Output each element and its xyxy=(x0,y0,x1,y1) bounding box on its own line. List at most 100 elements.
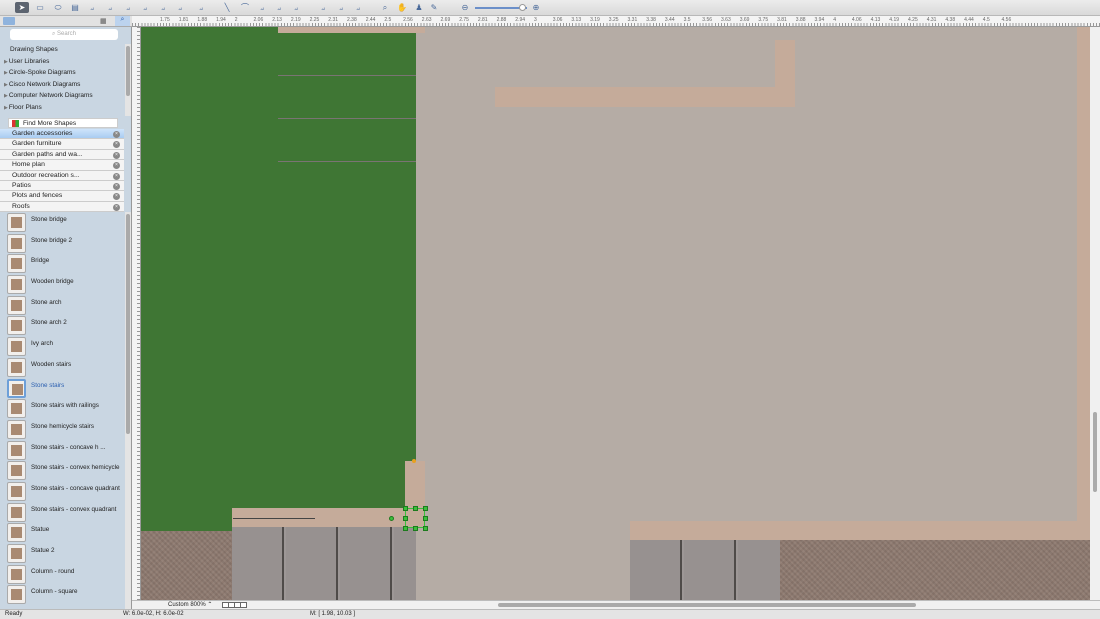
library-tree-toggle-icon[interactable] xyxy=(3,17,15,25)
shape-item[interactable]: Ivy arch xyxy=(0,336,124,357)
zoom-slider[interactable] xyxy=(475,4,527,11)
tree-item[interactable]: ▶Floor Plans xyxy=(0,102,125,114)
shape-item[interactable]: Wooden bridge xyxy=(0,274,124,295)
shape-item[interactable]: Statue 2 xyxy=(0,543,124,564)
shape-item[interactable]: Stone stairs - concave h ... xyxy=(0,440,124,461)
shape-item[interactable]: Stone arch xyxy=(0,295,124,316)
curved-connector-icon[interactable]: ⟓ xyxy=(103,2,117,13)
close-library-icon[interactable]: × xyxy=(113,193,120,201)
ruler-label: 3.31 xyxy=(627,17,638,23)
drawing-canvas[interactable] xyxy=(141,27,1090,600)
shape-item[interactable]: Stone bridge xyxy=(0,212,124,233)
tree-item[interactable]: Drawing Shapes xyxy=(0,44,125,56)
vertical-scrollbar[interactable] xyxy=(1090,27,1100,600)
zoom-in-icon[interactable]: ⊕ xyxy=(529,2,543,13)
shape-item[interactable]: Stone stairs with railings xyxy=(0,398,124,419)
polyline-icon[interactable]: ⟓ xyxy=(255,2,269,13)
horizontal-scrollbar-thumb[interactable] xyxy=(498,603,916,607)
ruler-label: 3.44 xyxy=(664,17,675,23)
page-view-buttons[interactable] xyxy=(222,602,247,608)
expand-arrow-icon[interactable]: ▶ xyxy=(4,105,8,111)
library-item[interactable]: Garden accessories × xyxy=(0,129,124,140)
close-library-icon[interactable]: × xyxy=(113,162,120,170)
ruler-label: 2 xyxy=(234,17,238,23)
shape-item[interactable]: Statue xyxy=(0,522,124,543)
arrange-icon[interactable]: ⟓ xyxy=(351,2,365,13)
shape-item[interactable]: Bridge xyxy=(0,253,124,274)
garden-path-upper-h[interactable] xyxy=(495,87,795,107)
connector-line[interactable] xyxy=(233,518,315,519)
brick-ground-right[interactable] xyxy=(780,540,1090,600)
library-item[interactable]: Garden furniture × xyxy=(0,139,124,150)
library-item[interactable]: Patios × xyxy=(0,180,124,192)
paving-tiles-top[interactable] xyxy=(278,33,416,196)
library-item[interactable]: Plots and fences × xyxy=(0,191,124,202)
paving-tiles-bottom-left[interactable] xyxy=(232,527,416,600)
selected-shape[interactable] xyxy=(389,506,428,531)
arc-icon[interactable]: ⌒ xyxy=(238,2,252,13)
brick-ground-left[interactable] xyxy=(141,531,232,600)
shape-item[interactable]: Stone bridge 2 xyxy=(0,233,124,254)
close-library-icon[interactable]: × xyxy=(113,131,120,138)
zoom-out-icon[interactable]: ⊖ xyxy=(458,2,472,13)
ellipse-icon[interactable]: ⬭ xyxy=(51,2,65,13)
garden-path-right-h[interactable] xyxy=(630,521,1090,540)
search-toggle-icon[interactable]: ⌕ xyxy=(115,16,130,26)
control-point[interactable] xyxy=(412,459,416,463)
align-icon[interactable]: ⟓ xyxy=(334,2,348,13)
shape-item[interactable]: Column - square xyxy=(0,584,124,605)
smart-connector-icon[interactable]: ⟓ xyxy=(156,2,170,13)
library-item[interactable]: Roofs × xyxy=(0,201,124,213)
library-item[interactable]: Garden paths and wa... × xyxy=(0,149,124,161)
close-library-icon[interactable]: × xyxy=(113,182,120,190)
shape-label: Statue 2 xyxy=(31,547,55,554)
find-more-shapes-button[interactable]: Find More Shapes xyxy=(8,118,118,128)
zoom-tool-icon[interactable]: ⌕ xyxy=(378,2,392,13)
bezier-icon[interactable]: ⟓ xyxy=(272,2,286,13)
container-icon[interactable]: ▤ xyxy=(68,2,82,13)
search-input[interactable]: ⌕ Search xyxy=(10,29,118,40)
shape-item[interactable]: Stone hemicycle stairs xyxy=(0,419,124,440)
zoom-select[interactable]: Custom 800% ⌃ xyxy=(168,601,212,609)
expand-arrow-icon[interactable]: ▶ xyxy=(4,93,8,99)
eyedropper-icon[interactable]: ✎ xyxy=(427,2,441,13)
paving-tiles-bottom-right[interactable] xyxy=(630,540,780,600)
garden-path-upper-v[interactable] xyxy=(775,40,795,107)
grid-view-icon[interactable]: ▦ xyxy=(100,17,107,25)
shape-item[interactable]: Column - round xyxy=(0,564,124,585)
close-library-icon[interactable]: × xyxy=(113,203,120,211)
shapes-scrollbar[interactable] xyxy=(125,212,131,609)
connector-icon[interactable]: ⟓ xyxy=(85,2,99,13)
tree-item[interactable]: ▶Computer Network Diagrams xyxy=(0,90,125,102)
rectangle-icon[interactable]: ▭ xyxy=(33,2,47,13)
garden-path-right-v[interactable] xyxy=(1077,27,1090,521)
orthogonal-connector-icon[interactable]: ⟓ xyxy=(138,2,152,13)
close-library-icon[interactable]: × xyxy=(113,141,120,149)
group-icon[interactable]: ⟓ xyxy=(316,2,330,13)
pan-icon[interactable]: ✋ xyxy=(395,2,409,13)
library-item[interactable]: Home plan × xyxy=(0,160,124,171)
shape-item[interactable]: Stone stairs - convex hemicycle xyxy=(0,460,124,481)
shape-item[interactable]: Stone stairs - concave quadrant xyxy=(0,481,124,502)
library-item[interactable]: Outdoor recreation s... × xyxy=(0,170,124,181)
line-icon[interactable]: ╲ xyxy=(220,2,234,13)
stamp-icon[interactable]: ♟ xyxy=(412,2,426,13)
tree-item[interactable]: ▶User Libraries xyxy=(0,56,125,68)
expand-arrow-icon[interactable]: ▶ xyxy=(4,70,8,76)
close-library-icon[interactable]: × xyxy=(113,172,120,180)
spline-icon[interactable]: ⟓ xyxy=(289,2,303,13)
shape-item[interactable]: Wooden stairs xyxy=(0,357,124,378)
tree-scrollbar[interactable] xyxy=(125,44,131,116)
shape-item[interactable]: Stone stairs - convex quadrant xyxy=(0,502,124,523)
expand-arrow-icon[interactable]: ▶ xyxy=(4,82,8,88)
insert-icon[interactable]: ⟓ xyxy=(194,2,208,13)
tree-item[interactable]: ▶Cisco Network Diagrams xyxy=(0,79,125,91)
close-library-icon[interactable]: × xyxy=(113,151,120,159)
expand-arrow-icon[interactable]: ▶ xyxy=(4,59,8,65)
shape-item[interactable]: Stone stairs xyxy=(0,378,124,399)
select-icon[interactable]: ➤ xyxy=(15,2,29,13)
shape-item[interactable]: Stone arch 2 xyxy=(0,315,124,336)
tree-connector-icon[interactable]: ⟓ xyxy=(121,2,135,13)
multi-connector-icon[interactable]: ⟓ xyxy=(173,2,187,13)
tree-item[interactable]: ▶Circle-Spoke Diagrams xyxy=(0,67,125,79)
